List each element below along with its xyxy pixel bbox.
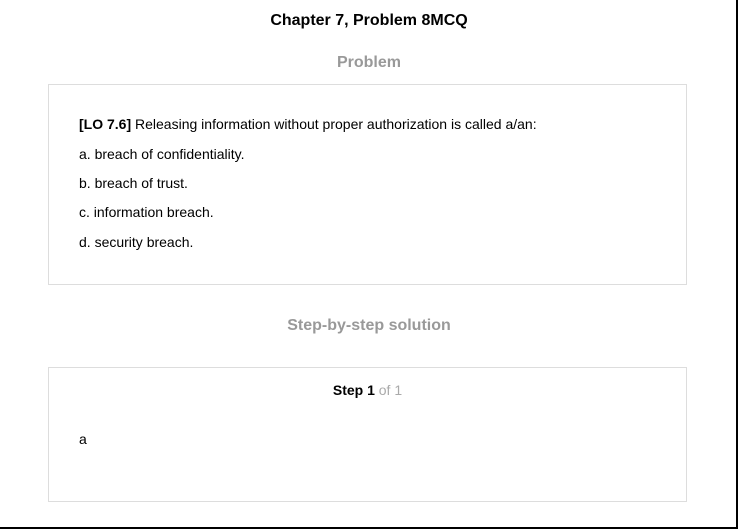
option-d: d. security breach. bbox=[79, 234, 194, 250]
page-title: Chapter 7, Problem 8MCQ bbox=[270, 12, 468, 29]
option-c: c. information breach. bbox=[79, 204, 214, 220]
solution-heading: Step-by-step solution bbox=[287, 317, 451, 334]
step-label: Step 1 bbox=[332, 382, 375, 398]
question-text: Releasing information without proper aut… bbox=[135, 116, 537, 132]
learning-objective-tag: [LO 7.6] bbox=[79, 116, 132, 132]
question: [LO 7.6] Releasing information without p… bbox=[79, 115, 537, 133]
problem-heading: Problem bbox=[336, 54, 401, 71]
step-header: Step 1 of 1 bbox=[49, 381, 686, 399]
step-answer: a bbox=[79, 431, 87, 447]
solution-card: Step 1 of 1 a bbox=[48, 367, 687, 502]
step-count: of 1 bbox=[378, 382, 403, 398]
problem-card: [LO 7.6] Releasing information without p… bbox=[48, 84, 687, 285]
option-b: b. breach of trust. bbox=[79, 175, 188, 191]
option-a: a. breach of confidentiality. bbox=[79, 146, 245, 162]
